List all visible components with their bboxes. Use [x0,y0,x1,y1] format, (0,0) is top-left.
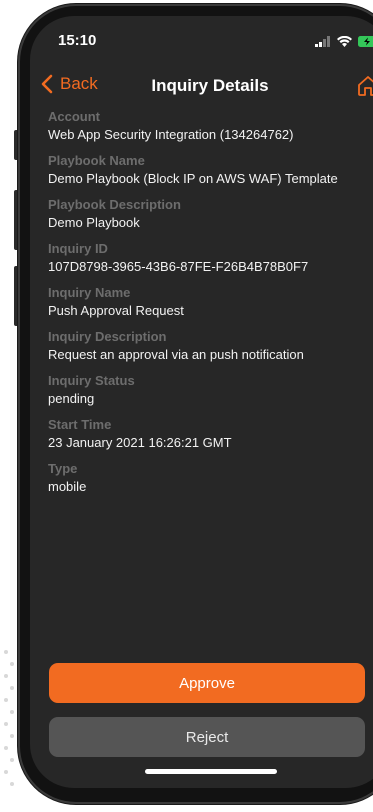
home-icon [358,76,373,96]
field-value: Demo Playbook (Block IP on AWS WAF) Temp… [48,171,338,186]
field-type: Type mobile [48,460,373,496]
field-playbook-description: Playbook Description Demo Playbook [48,196,373,232]
field-value: pending [48,391,95,406]
field-playbook-name: Playbook Name Demo Playbook (Block IP on… [48,152,373,188]
decorative-dots [0,640,20,810]
field-value: Web App Security Integration (134264762) [48,127,294,142]
field-inquiry-id: Inquiry ID 107D8798-3965-43B6-87FE-F26B4… [48,240,373,276]
field-inquiry-description: Inquiry Description Request an approval … [48,328,373,364]
field-label: Playbook Description [48,197,181,212]
stage: 15:10 Back Inquiry Details Account Web A… [0,0,373,812]
field-start-time: Start Time 23 January 2021 16:26:21 GMT [48,416,373,452]
field-value: Demo Playbook [48,215,140,230]
field-value: 23 January 2021 16:26:21 GMT [48,435,232,450]
field-value: Push Approval Request [48,303,184,318]
phone-frame: 15:10 Back Inquiry Details Account Web A… [18,4,373,804]
status-icons [315,34,373,52]
reject-button[interactable]: Reject [49,717,365,757]
field-inquiry-name: Inquiry Name Push Approval Request [48,284,373,320]
inquiry-fields: Account Web App Security Integration (13… [48,108,373,504]
field-label: Inquiry Status [48,373,135,388]
approve-button[interactable]: Approve [49,663,365,703]
field-label: Start Time [48,417,112,432]
home-indicator [145,769,277,774]
field-label: Inquiry ID [48,241,108,256]
field-label: Inquiry Name [48,285,131,300]
battery-charging-icon [358,34,373,52]
field-label: Inquiry Description [48,329,167,344]
status-time: 15:10 [58,32,97,49]
page-title: Inquiry Details [151,76,269,95]
home-button[interactable] [356,74,373,98]
wifi-icon [337,34,352,52]
field-value: mobile [48,479,87,494]
field-value: 107D8798-3965-43B6-87FE-F26B4B78B0F7 [48,259,309,274]
screen: 15:10 Back Inquiry Details Account Web A… [30,16,373,788]
field-label: Account [48,109,100,124]
field-value: Request an approval via an push notifica… [48,347,304,362]
field-account: Account Web App Security Integration (13… [48,108,373,144]
field-label: Type [48,461,78,476]
field-label: Playbook Name [48,153,145,168]
field-inquiry-status: Inquiry Status pending [48,372,373,408]
signal-icon [315,34,331,52]
